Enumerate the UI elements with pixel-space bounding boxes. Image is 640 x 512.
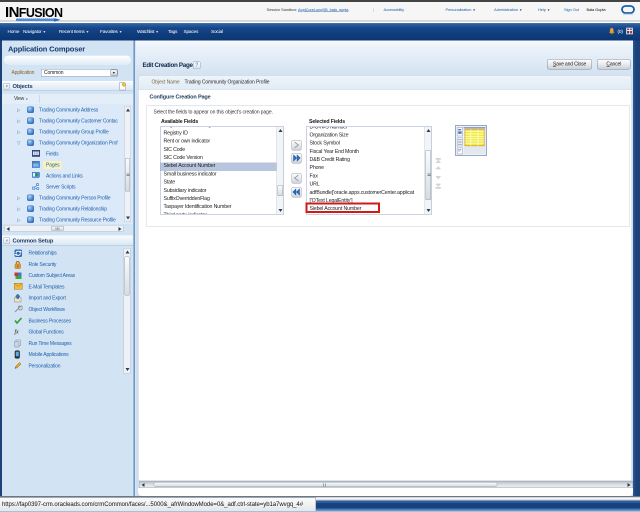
svg-text:fx: fx — [15, 329, 20, 336]
